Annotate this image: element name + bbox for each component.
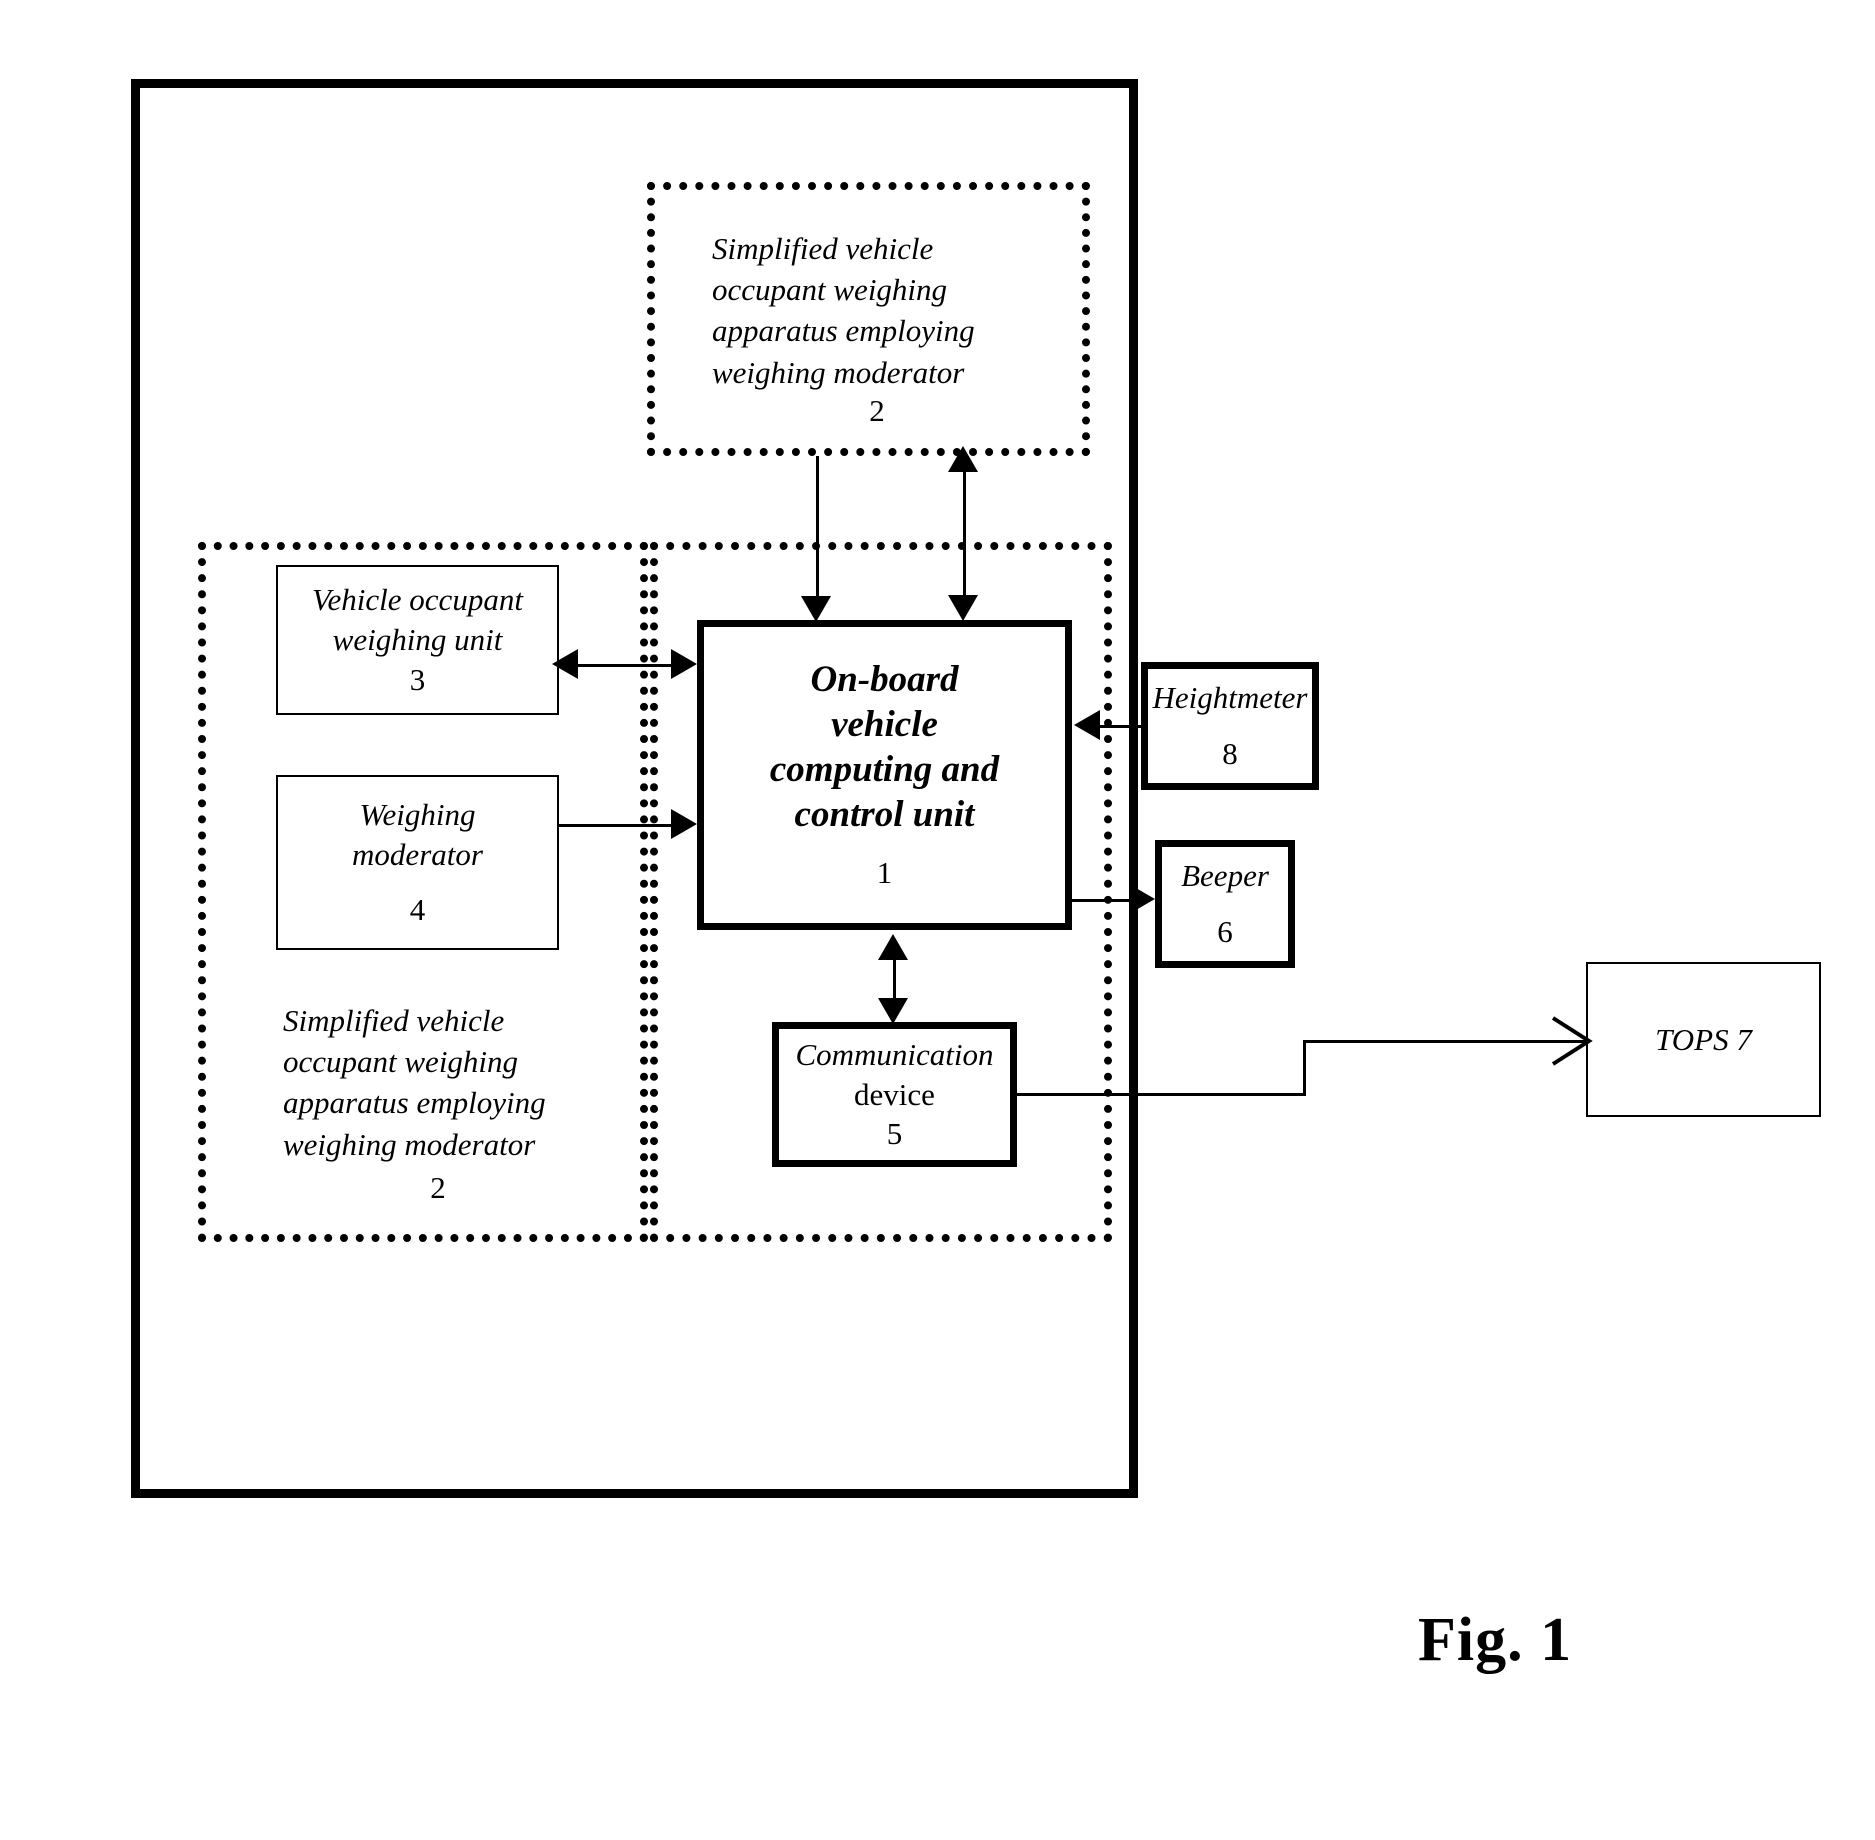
connector-apparatus2-to-control-unit-stem (816, 456, 819, 604)
left-apparatus-number: 2 (430, 1170, 446, 1205)
weighing-unit-label: Vehicle occupant weighing unit (312, 582, 523, 658)
top-apparatus-number: 2 (869, 393, 885, 428)
connector-weighing-moderator-arrowhead (671, 809, 697, 839)
connector-control-unit-apparatus2-arrowhead-up (948, 446, 978, 472)
control-unit-number: 1 (876, 855, 893, 891)
connector-comm-device-to-tops-segment-2 (1303, 1040, 1306, 1096)
connector-comm-device-to-tops-arrowhead (1551, 1016, 1593, 1066)
connector-control-unit-apparatus2-stem (963, 465, 966, 603)
communication-device-label-secondary: device (854, 1076, 935, 1112)
box-beeper[interactable]: Beeper 6 (1155, 840, 1295, 968)
figure-page: Simplified vehicle occupant weighing app… (0, 0, 1875, 1840)
box-vehicle-occupant-weighing-unit[interactable]: Vehicle occupant weighing unit 3 (276, 565, 559, 715)
connector-comm-device-to-tops-segment-1 (1017, 1093, 1305, 1096)
top-apparatus-label: Simplified vehicle occupant weighing app… (712, 231, 975, 390)
beeper-label: Beeper (1181, 858, 1269, 894)
left-apparatus-label: Simplified vehicle occupant weighing app… (283, 1003, 546, 1162)
figure-caption: Fig. 1 (1418, 1606, 1573, 1674)
connector-weighing-unit-arrowhead-left (552, 649, 578, 679)
weighing-unit-number: 3 (409, 661, 426, 697)
connector-control-unit-to-comm-device-arrowhead-up (878, 934, 908, 960)
connector-control-unit-to-beeper-arrowhead (1129, 884, 1155, 914)
connector-control-unit-apparatus2-arrowhead-down (948, 595, 978, 621)
connector-control-unit-to-comm-device-arrowhead-down (878, 998, 908, 1024)
communication-device-label-primary: Communication (795, 1036, 994, 1072)
connector-weighing-moderator-to-control-unit-stem (559, 824, 686, 827)
tops-label: TOPS 7 (1655, 1021, 1752, 1057)
box-tops[interactable]: TOPS 7 (1586, 962, 1821, 1117)
box-communication-device[interactable]: Communication device 5 (772, 1022, 1017, 1167)
connector-heightmeter-to-control-unit-stem (1100, 725, 1145, 728)
heightmeter-number: 8 (1222, 736, 1238, 771)
connector-comm-device-to-tops-segment-3 (1303, 1040, 1586, 1043)
connector-weighing-unit-arrowhead-right (671, 649, 697, 679)
connector-control-unit-to-beeper-stem (1072, 899, 1132, 902)
box-weighing-moderator[interactable]: Weighing moderator 4 (276, 775, 559, 950)
box-heightmeter[interactable]: Heightmeter 8 (1141, 662, 1319, 790)
connector-heightmeter-arrowhead (1074, 710, 1100, 740)
heightmeter-label: Heightmeter (1152, 680, 1308, 716)
weighing-moderator-number: 4 (409, 892, 426, 928)
control-unit-label: On-board vehicle computing and control u… (769, 658, 1000, 836)
connector-weighing-unit-to-control-unit-stem (578, 664, 686, 667)
connector-apparatus2-to-control-unit-arrowhead (801, 596, 831, 622)
communication-device-number: 5 (886, 1116, 903, 1152)
box-onboard-control-unit[interactable]: On-board vehicle computing and control u… (697, 620, 1072, 930)
weighing-moderator-label: Weighing moderator (352, 796, 483, 872)
beeper-number: 6 (1217, 914, 1233, 949)
